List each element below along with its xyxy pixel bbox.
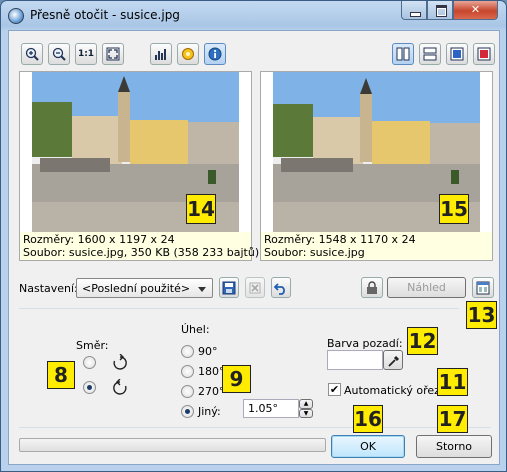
marker-11: 11 <box>437 368 468 396</box>
layout-stacked-icon <box>423 47 437 61</box>
marker-13: 13 <box>466 301 497 329</box>
eyedropper-button[interactable] <box>383 350 403 370</box>
marker-15: 15 <box>439 194 469 224</box>
lock-preview-button[interactable] <box>361 277 383 298</box>
result-info: Rozměry: 1548 x 1170 x 24 Soubor: susice… <box>261 232 492 260</box>
marker-9: 9 <box>222 365 251 393</box>
delete-preset-button[interactable] <box>245 277 265 298</box>
layout-single-blue-icon <box>450 47 464 61</box>
save-preset-button[interactable] <box>219 277 239 298</box>
dialog-window: Přesně otočit - susice.jpg ✕ 1:1 14 Rozm… <box>0 0 507 472</box>
color-settings-icon <box>182 48 194 60</box>
angle-270-radio[interactable] <box>181 385 194 398</box>
preview-button[interactable]: Náhled <box>387 277 466 298</box>
fit-window-button[interactable] <box>102 43 124 65</box>
original-preview: 14 Rozměry: 1600 x 1197 x 24 Soubor: sus… <box>19 71 260 261</box>
angle-90-label: 90° <box>198 345 218 358</box>
angle-label: Úhel: <box>181 323 210 336</box>
app-icon <box>8 8 24 24</box>
maximize-button[interactable] <box>427 1 453 20</box>
preview-window-button[interactable] <box>472 277 494 298</box>
fit-window-icon <box>106 47 120 61</box>
original-file: Soubor: susice.jpg, 350 KB (358 233 bajt… <box>23 246 260 259</box>
layout-side-by-side-button[interactable] <box>392 43 414 65</box>
layout-side-by-side-icon <box>396 47 410 61</box>
divider <box>19 308 459 309</box>
preview-window-icon <box>476 281 490 295</box>
preset-dropdown[interactable]: <Poslední použité> <box>76 278 213 298</box>
preset-value: <Poslední použité> <box>82 282 191 295</box>
info-button[interactable] <box>204 43 226 65</box>
zoom-in-icon <box>25 47 39 61</box>
title-bar[interactable]: Přesně otočit - susice.jpg ✕ <box>1 1 506 30</box>
zoom-in-button[interactable] <box>21 43 43 65</box>
layout-stacked-button[interactable] <box>419 43 441 65</box>
lock-icon <box>367 281 377 294</box>
rotate-counterclockwise-icon <box>113 379 127 395</box>
result-image[interactable]: 15 <box>261 72 492 232</box>
original-image[interactable]: 14 <box>20 72 251 232</box>
dialog-client: 1:1 14 Rozměry: 1600 x 1197 x 24 Soubor:… <box>8 30 500 465</box>
save-icon <box>222 281 236 295</box>
angle-270-label: 270° <box>198 385 225 398</box>
result-preview: 15 Rozměry: 1548 x 1170 x 24 Soubor: sus… <box>260 71 493 261</box>
result-dimensions: Rozměry: 1548 x 1170 x 24 <box>264 233 416 246</box>
angle-90-radio[interactable] <box>181 345 194 358</box>
info-icon <box>208 47 222 61</box>
zoom-out-icon <box>52 47 66 61</box>
histogram-button[interactable] <box>150 43 172 65</box>
original-dimensions: Rozměry: 1600 x 1197 x 24 <box>23 233 175 246</box>
background-color-label: Barva pozadí: <box>327 337 403 350</box>
rotate-clockwise-icon <box>113 354 127 370</box>
color-settings-button[interactable] <box>177 43 199 65</box>
direction-counterclockwise-radio[interactable] <box>83 381 96 394</box>
actual-size-icon: 1:1 <box>77 49 95 59</box>
angle-custom-input[interactable]: 1.05° <box>243 399 299 418</box>
zoom-out-button[interactable] <box>48 43 70 65</box>
angle-decrement-button[interactable]: ▼ <box>299 409 313 418</box>
layout-single-blue-button[interactable] <box>446 43 468 65</box>
undo-icon <box>274 283 285 295</box>
eyedropper-icon <box>388 355 400 367</box>
actual-size-button[interactable]: 1:1 <box>75 43 97 65</box>
angle-custom-label: Jiný: <box>198 405 221 418</box>
window-title: Přesně otočit - susice.jpg <box>30 8 180 22</box>
angle-180-radio[interactable] <box>181 365 194 378</box>
histogram-icon <box>155 49 166 60</box>
marker-12: 12 <box>407 327 438 355</box>
footer-divider <box>19 427 491 428</box>
town-square-photo <box>32 72 239 232</box>
close-button[interactable]: ✕ <box>453 1 498 20</box>
layout-single-red-icon <box>477 47 491 61</box>
minimize-button[interactable] <box>401 1 427 20</box>
angle-custom-radio[interactable] <box>181 405 194 418</box>
settings-label: Nastavení: <box>19 282 78 295</box>
ok-button[interactable]: OK <box>331 435 405 458</box>
auto-crop-label: Automatický ořez <box>344 384 440 397</box>
reset-button[interactable] <box>271 277 291 298</box>
direction-clockwise-radio[interactable] <box>83 356 96 369</box>
marker-8: 8 <box>47 361 75 389</box>
marker-14: 14 <box>186 194 216 224</box>
direction-label: Směr: <box>76 339 109 352</box>
layout-single-red-button[interactable] <box>473 43 495 65</box>
delete-icon <box>249 282 261 294</box>
progress-bar <box>19 438 326 452</box>
original-info: Rozměry: 1600 x 1197 x 24 Soubor: susice… <box>20 232 260 260</box>
angle-180-label: 180° <box>198 365 225 378</box>
result-file: Soubor: susice.jpg <box>264 246 365 259</box>
angle-increment-button[interactable]: ▲ <box>299 399 313 409</box>
background-color-swatch[interactable] <box>327 350 383 370</box>
marker-17: 17 <box>437 405 468 433</box>
marker-16: 16 <box>353 405 383 433</box>
cancel-button[interactable]: Storno <box>416 435 492 458</box>
auto-crop-checkbox[interactable]: ✔ <box>328 383 341 396</box>
